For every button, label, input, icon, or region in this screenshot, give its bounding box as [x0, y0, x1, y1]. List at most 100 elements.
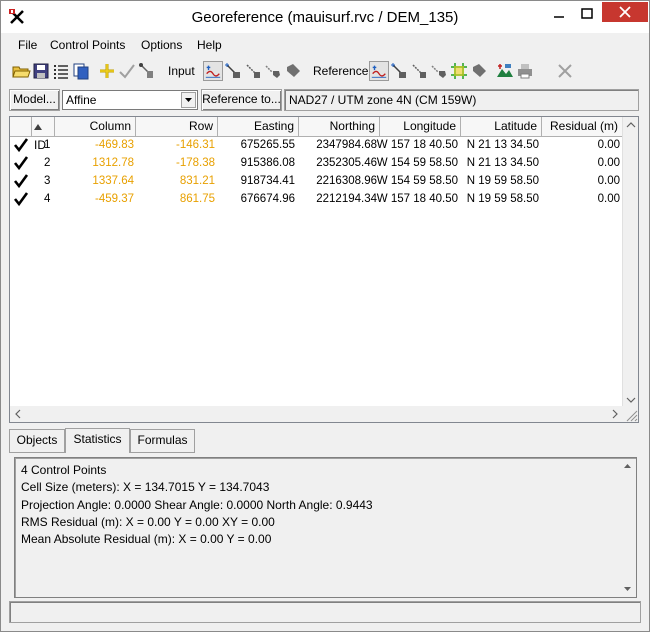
add-point-icon[interactable] [97, 61, 117, 81]
cell-id: 4 [44, 193, 51, 205]
table-row[interactable]: 3 1337.64 831.21 918734.41 2216308.96 W … [10, 173, 623, 191]
reference-label: Reference [313, 64, 369, 78]
header-northing[interactable]: Northing [299, 117, 380, 137]
copy-icon[interactable] [71, 61, 91, 81]
cell-row: 861.75 [179, 193, 215, 205]
cell-northing: 2352305.46 [316, 157, 377, 169]
cell-easting: 915386.08 [240, 157, 295, 169]
select-point-icon[interactable] [137, 61, 157, 81]
cell-latitude: N 19 59 58.50 [466, 175, 539, 187]
cell-longitude: W 154 59 58.50 [376, 175, 458, 187]
open-folder-icon[interactable] [11, 61, 31, 81]
checkmark-icon[interactable] [13, 155, 29, 171]
table-row[interactable]: 4 -459.37 861.75 676674.96 2212194.34 W … [10, 191, 623, 209]
header-residual[interactable]: Residual (m) [542, 117, 623, 137]
scroll-right-button[interactable] [607, 406, 623, 422]
cell-residual: 0.00 [597, 157, 620, 169]
stat-mean-residual: Mean Absolute Residual (m): X = 0.00 Y =… [21, 532, 272, 546]
cell-easting: 675265.55 [240, 139, 295, 151]
header-row[interactable]: Row [136, 117, 218, 137]
header-easting[interactable]: Easting [218, 117, 299, 137]
tab-objects[interactable]: Objects [9, 429, 65, 453]
model-selected-value: Affine [66, 93, 97, 107]
cell-column: -469.83 [94, 139, 134, 151]
cell-northing: 2216308.96 [316, 175, 377, 187]
menu-file[interactable]: File [18, 38, 37, 52]
menu-control-points[interactable]: Control Points [50, 38, 125, 52]
dropdown-arrow[interactable] [181, 92, 196, 108]
scroll-up-icon[interactable] [620, 459, 635, 474]
menu-options[interactable]: Options [141, 38, 182, 52]
model-button[interactable]: Model... [9, 89, 60, 111]
accept-check-icon[interactable] [117, 61, 137, 81]
checkmark-icon[interactable] [13, 137, 29, 153]
stat-control-points: 4 Control Points [21, 463, 107, 477]
reference-point-mode-icon[interactable] [369, 61, 389, 81]
input-point-mode-icon[interactable] [203, 61, 223, 81]
minimize-icon [554, 16, 564, 18]
title-bar: Georeference (mauisurf.rvc / DEM_135) [1, 1, 649, 33]
cell-column: -459.37 [94, 193, 134, 205]
statistics-scrollbar[interactable] [620, 459, 635, 596]
cell-latitude: N 21 13 34.50 [466, 139, 539, 151]
model-row: Model... Affine Reference to... NAD27 / … [9, 89, 641, 113]
cell-row: -178.38 [175, 157, 215, 169]
scroll-down-icon[interactable] [620, 581, 635, 596]
header-longitude[interactable]: Longitude [380, 117, 461, 137]
save-icon[interactable] [31, 61, 51, 81]
table-horizontal-scrollbar[interactable] [10, 406, 623, 422]
table-vertical-scrollbar[interactable] [622, 117, 638, 408]
cell-id: 3 [44, 175, 51, 187]
table-row[interactable]: 1 -469.83 -146.31 675265.55 2347984.68 W… [10, 137, 623, 155]
cell-longitude: W 157 18 40.50 [376, 193, 458, 205]
header-column[interactable]: Column [55, 117, 136, 137]
stat-angles: Projection Angle: 0.0000 Shear Angle: 0.… [21, 498, 373, 512]
grip-icon [626, 410, 638, 422]
cell-column: 1337.64 [92, 175, 134, 187]
maximize-button[interactable] [574, 5, 600, 27]
input-label: Input [168, 64, 195, 78]
cell-northing: 2212194.34 [316, 193, 377, 205]
delete-x-icon[interactable] [555, 61, 575, 81]
sort-up-icon [34, 123, 42, 130]
toolbar: Input Reference [9, 59, 641, 83]
scroll-up-button[interactable] [623, 117, 639, 133]
menu-help[interactable]: Help [197, 38, 222, 52]
stat-rms-residual: RMS Residual (m): X = 0.00 Y = 0.00 XY =… [21, 515, 275, 529]
reference-move-icon[interactable] [389, 61, 409, 81]
tab-statistics[interactable]: Statistics [65, 428, 130, 453]
model-select[interactable]: Affine [62, 90, 198, 110]
minimize-button[interactable] [546, 5, 572, 27]
checkmark-icon[interactable] [13, 191, 29, 207]
table-header: ID Column Row Easting Northing Longitude… [10, 117, 623, 152]
table-row[interactable]: 2 1312.78 -178.38 915386.08 2352305.46 W… [10, 155, 623, 173]
input-erase-icon[interactable] [283, 61, 303, 81]
menu-bar: File Control Points Options Help [9, 35, 641, 55]
reference-grid-icon[interactable] [449, 61, 469, 81]
checkmark-icon[interactable] [13, 173, 29, 189]
chevron-down-icon [185, 98, 192, 102]
reference-to-button[interactable]: Reference to... [201, 89, 282, 111]
cell-id: 1 [44, 139, 51, 151]
cell-residual: 0.00 [597, 175, 620, 187]
reference-erase-icon[interactable] [469, 61, 489, 81]
terrain-icon[interactable] [495, 61, 515, 81]
input-adjust-icon[interactable] [243, 61, 263, 81]
close-button[interactable] [602, 2, 648, 22]
reference-delete-icon[interactable] [429, 61, 449, 81]
scroll-left-button[interactable] [10, 406, 26, 422]
cell-longitude: W 157 18 40.50 [376, 139, 458, 151]
cell-easting: 918734.41 [240, 175, 295, 187]
input-delete-icon[interactable] [263, 61, 283, 81]
header-id[interactable]: ID [32, 117, 55, 152]
input-move-icon[interactable] [223, 61, 243, 81]
list-icon[interactable] [51, 61, 71, 81]
print-icon[interactable] [515, 61, 535, 81]
cell-id: 2 [44, 157, 51, 169]
resize-grip[interactable] [622, 406, 638, 422]
header-latitude[interactable]: Latitude [461, 117, 542, 137]
stat-cell-size: Cell Size (meters): X = 134.7015 Y = 134… [21, 480, 270, 494]
cell-longitude: W 154 59 58.50 [376, 157, 458, 169]
tab-formulas[interactable]: Formulas [130, 429, 195, 453]
reference-adjust-icon[interactable] [409, 61, 429, 81]
